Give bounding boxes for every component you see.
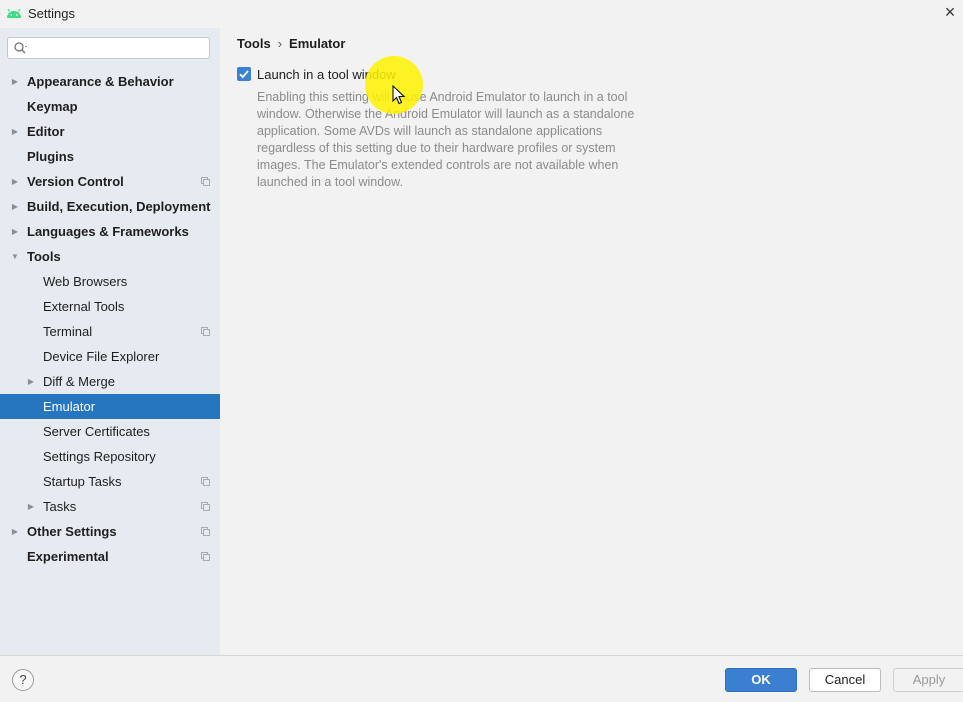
chevron-right-icon[interactable]: ▶ <box>10 219 20 244</box>
sidebar-item-keymap[interactable]: Keymap <box>0 94 220 119</box>
sidebar-item-startup-tasks[interactable]: Startup Tasks <box>0 469 220 494</box>
search-icon <box>14 42 27 54</box>
sidebar-item-emulator[interactable]: Emulator <box>0 394 220 419</box>
sidebar-item-label: Tasks <box>43 499 77 514</box>
sidebar-item-external-tools[interactable]: External Tools <box>0 294 220 319</box>
breadcrumb-separator: › <box>277 36 283 51</box>
sidebar-item-label: Terminal <box>43 324 93 339</box>
sidebar-item-label: Diff & Merge <box>43 374 116 389</box>
chevron-right-icon[interactable]: ▶ <box>10 519 20 544</box>
sidebar-item-label: Editor <box>27 124 65 139</box>
sidebar-item-label: Version Control <box>27 174 124 189</box>
ok-button[interactable]: OK <box>725 668 797 692</box>
sidebar-item-build-execution-deployment[interactable]: ▶ Build, Execution, Deployment <box>0 194 220 219</box>
settings-tree: ▶ Appearance & Behavior Keymap ▶ Editor Plugi… <box>0 69 220 569</box>
sidebar-item-appearance-behavior[interactable]: ▶ Appearance & Behavior <box>0 69 220 94</box>
sidebar-item-editor[interactable]: ▶ Editor <box>0 119 220 144</box>
project-level-icon <box>201 327 210 336</box>
sidebar-item-plugins[interactable]: Plugins <box>0 144 220 169</box>
sidebar-item-diff-merge[interactable]: ▶ Diff & Merge <box>0 369 220 394</box>
sidebar-item-other-settings[interactable]: ▶ Other Settings <box>0 519 220 544</box>
sidebar-item-label: Settings Repository <box>43 449 156 464</box>
option-description: Enabling this setting will cause Android… <box>257 90 635 189</box>
sidebar-item-label: Startup Tasks <box>43 474 122 489</box>
help-button[interactable]: ? <box>12 669 34 691</box>
sidebar-item-label: Server Certificates <box>43 424 150 439</box>
settings-sidebar: ▶ Appearance & Behavior Keymap ▶ Editor Plugi… <box>0 28 220 655</box>
sidebar-item-label: External Tools <box>43 299 125 314</box>
settings-content: Tools › Emulator Launch in a tool window E… <box>220 28 963 655</box>
sidebar-item-device-file-explorer[interactable]: Device File Explorer <box>0 344 220 369</box>
sidebar-item-version-control[interactable]: ▶ Version Control <box>0 169 220 194</box>
sidebar-item-label: Appearance & Behavior <box>27 74 174 89</box>
cancel-button[interactable]: Cancel <box>809 668 881 692</box>
chevron-right-icon[interactable]: ▶ <box>26 494 36 519</box>
sidebar-item-label: Tools <box>27 249 61 264</box>
sidebar-item-label: Languages & Frameworks <box>27 224 189 239</box>
project-level-icon <box>201 502 210 511</box>
sidebar-item-terminal[interactable]: Terminal <box>0 319 220 344</box>
sidebar-item-server-certificates[interactable]: Server Certificates <box>0 419 220 444</box>
sidebar-item-label: Emulator <box>43 399 96 414</box>
sidebar-item-languages-frameworks[interactable]: ▶ Languages & Frameworks <box>0 219 220 244</box>
dialog-footer: ? OK Cancel Apply <box>0 655 963 702</box>
chevron-down-icon[interactable]: ▼ <box>10 244 20 269</box>
project-level-icon <box>201 177 210 186</box>
mouse-pointer-icon <box>392 85 406 105</box>
android-icon <box>7 8 21 18</box>
window-title: Settings <box>28 6 75 21</box>
chevron-right-icon[interactable]: ▶ <box>26 369 36 394</box>
sidebar-item-label: Web Browsers <box>43 274 128 289</box>
check-icon <box>239 70 249 79</box>
search-box[interactable] <box>7 37 210 59</box>
sidebar-item-label: Device File Explorer <box>43 349 160 364</box>
chevron-right-icon[interactable]: ▶ <box>10 69 20 94</box>
sidebar-item-experimental[interactable]: Experimental <box>0 544 220 569</box>
search-input[interactable] <box>30 40 209 58</box>
sidebar-item-settings-repository[interactable]: Settings Repository <box>0 444 220 469</box>
sidebar-item-label: Build, Execution, Deployment <box>27 199 211 214</box>
chevron-right-icon[interactable]: ▶ <box>10 194 20 219</box>
sidebar-item-label: Plugins <box>27 149 74 164</box>
breadcrumb-parent[interactable]: Tools <box>237 36 271 51</box>
breadcrumb-current: Emulator <box>289 36 346 51</box>
sidebar-item-label: Experimental <box>27 549 109 564</box>
chevron-right-icon[interactable]: ▶ <box>10 119 20 144</box>
sidebar-item-label: Other Settings <box>27 524 117 539</box>
sidebar-item-web-browsers[interactable]: Web Browsers <box>0 269 220 294</box>
project-level-icon <box>201 527 210 536</box>
breadcrumb: Tools › Emulator <box>237 36 345 51</box>
sidebar-item-label: Keymap <box>27 99 78 114</box>
apply-button[interactable]: Apply <box>893 668 963 692</box>
sidebar-item-tasks[interactable]: ▶ Tasks <box>0 494 220 519</box>
sidebar-item-tools[interactable]: ▼ Tools <box>0 244 220 269</box>
project-level-icon <box>201 552 210 561</box>
chevron-right-icon[interactable]: ▶ <box>10 169 20 194</box>
launch-in-tool-window-checkbox[interactable] <box>237 67 251 81</box>
title-bar: Settings × <box>0 0 963 28</box>
project-level-icon <box>201 477 210 486</box>
close-icon[interactable]: × <box>941 3 959 21</box>
